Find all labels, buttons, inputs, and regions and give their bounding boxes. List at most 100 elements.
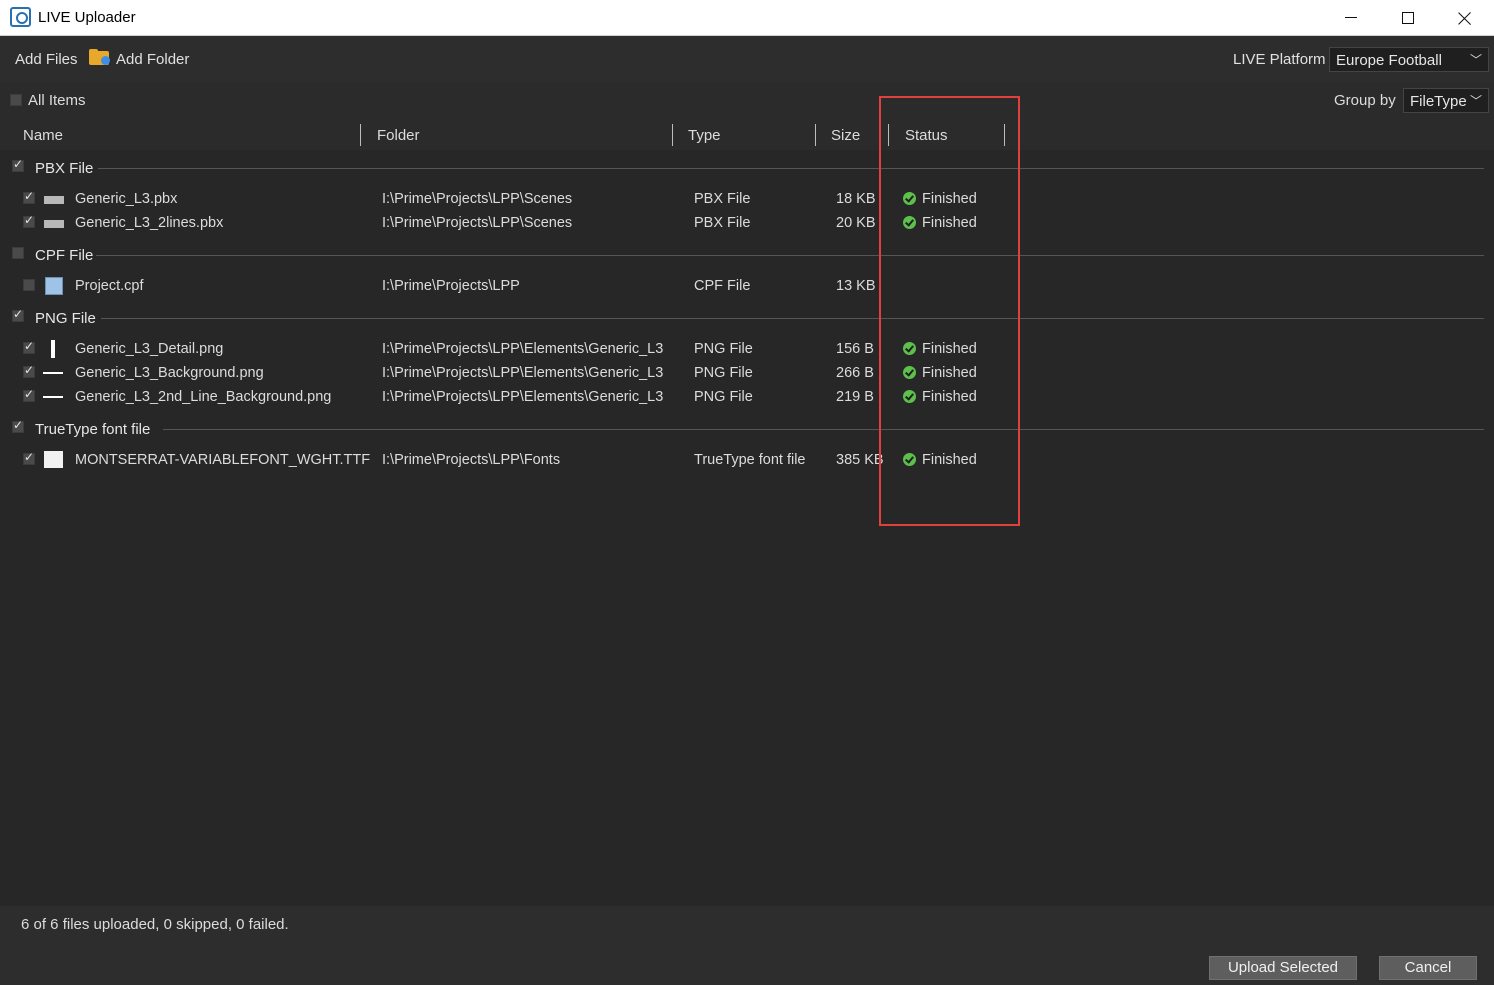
group-checkbox[interactable] [12,418,24,433]
live-platform-label: LIVE Platform [1233,51,1326,68]
column-divider[interactable] [815,124,816,146]
file-size: 13 KB [836,278,876,294]
group-divider [96,255,1484,256]
file-status: Finished [922,191,977,207]
file-folder: I:\Prime\Projects\LPP\Fonts [382,452,561,468]
add-folder-icon[interactable] [89,49,110,65]
minimize-button[interactable] [1322,0,1379,35]
row-checkbox[interactable] [23,279,35,291]
maximize-button[interactable] [1379,0,1436,35]
font-file-icon [44,451,63,468]
column-divider[interactable] [360,124,361,146]
title-bar: LIVE Uploader [0,0,1494,36]
column-header-name[interactable]: Name [23,127,63,144]
column-header-size[interactable]: Size [831,127,860,144]
png-thumbnail-vertical-icon [51,340,55,358]
group-label: PNG File [35,310,96,327]
group-label: CPF File [35,247,94,264]
file-name: Generic_L3_2nd_Line_Background.png [75,389,332,405]
column-divider[interactable] [672,124,673,146]
column-header: Name Folder Type Size Status [0,120,1494,150]
file-row[interactable]: Project.cpf I:\Prime\Projects\LPP CPF Fi… [0,274,1494,298]
column-header-folder[interactable]: Folder [377,127,420,144]
add-folder-button[interactable]: Add Folder [116,51,189,68]
file-folder: I:\Prime\Projects\LPP\Scenes [382,191,573,207]
pbx-file-icon [44,196,64,204]
column-divider[interactable] [1004,124,1005,146]
file-type: CPF File [694,278,751,294]
file-folder: I:\Prime\Projects\LPP\Elements\Generic_L… [382,389,664,405]
check-circle-icon [903,366,916,379]
png-thumbnail-horizontal-icon [43,372,63,374]
file-name: Generic_L3_2lines.pbx [75,215,224,231]
pbx-file-icon [44,220,64,228]
file-list: PBX File Generic_L3.pbx I:\Prime\Project… [0,150,1494,906]
column-divider[interactable] [888,124,889,146]
cpf-file-icon [45,277,63,295]
all-items-checkbox[interactable] [10,94,22,106]
file-status: Finished [922,452,977,468]
file-folder: I:\Prime\Projects\LPP\Elements\Generic_L… [382,365,664,381]
close-icon [1458,11,1472,25]
file-size: 18 KB [836,191,876,207]
file-row[interactable]: Generic_L3_Detail.png I:\Prime\Projects\… [0,337,1494,361]
file-status: Finished [922,365,977,381]
file-size: 385 KB [836,452,884,468]
group-checkbox[interactable] [12,307,24,322]
row-checkbox[interactable] [23,213,35,228]
close-button[interactable] [1436,0,1493,35]
live-platform-select[interactable]: Europe Football ﹀ [1329,47,1489,72]
upload-selected-button[interactable]: Upload Selected [1209,956,1357,980]
group-by-value: FileType [1410,93,1467,110]
png-thumbnail-horizontal-icon [43,396,63,398]
file-type: PBX File [694,191,751,207]
window-title: LIVE Uploader [38,9,136,26]
file-type: PBX File [694,215,751,231]
file-folder: I:\Prime\Projects\LPP\Scenes [382,215,573,231]
column-header-type[interactable]: Type [688,127,721,144]
row-checkbox[interactable] [23,339,35,354]
minimize-icon [1344,17,1357,18]
file-row[interactable]: Generic_L3.pbx I:\Prime\Projects\LPP\Sce… [0,187,1494,211]
upload-summary: 6 of 6 files uploaded, 0 skipped, 0 fail… [21,916,289,933]
group-header-truetype: TrueType font file [0,417,1494,441]
column-header-status[interactable]: Status [905,127,948,144]
group-label: TrueType font file [35,421,151,438]
row-checkbox[interactable] [23,450,35,465]
file-row[interactable]: Generic_L3_2lines.pbx I:\Prime\Projects\… [0,211,1494,235]
chevron-down-icon: ﹀ [1469,53,1482,67]
group-label: PBX File [35,160,94,177]
all-items-label: All Items [28,92,86,109]
file-type: PNG File [694,389,753,405]
group-header-cpf: CPF File [0,243,1494,267]
check-circle-icon [903,342,916,355]
group-divider [98,168,1484,169]
check-circle-icon [903,390,916,403]
row-checkbox[interactable] [23,387,35,402]
row-checkbox[interactable] [23,189,35,204]
group-divider [163,429,1484,430]
group-header-pbx: PBX File [0,156,1494,180]
file-name: Generic_L3_Detail.png [75,341,224,357]
group-by-select[interactable]: FileType ﹀ [1403,88,1489,113]
group-divider [101,318,1484,319]
file-type: PNG File [694,365,753,381]
cancel-button[interactable]: Cancel [1379,956,1477,980]
check-circle-icon [903,192,916,205]
file-row[interactable]: Generic_L3_Background.png I:\Prime\Proje… [0,361,1494,385]
file-row[interactable]: Generic_L3_2nd_Line_Background.png I:\Pr… [0,385,1494,409]
file-name: Generic_L3_Background.png [75,365,264,381]
group-by-label: Group by [1334,92,1396,109]
file-row[interactable]: MONTSERRAT-VARIABLEFONT_WGHT.TTF I:\Prim… [0,448,1494,472]
group-checkbox[interactable] [12,247,24,259]
maximize-icon [1401,11,1414,24]
chevron-down-icon: ﹀ [1469,94,1482,108]
file-type: PNG File [694,341,753,357]
group-checkbox[interactable] [12,157,24,172]
add-files-button[interactable]: Add Files [15,51,78,68]
file-name: Project.cpf [75,278,144,294]
row-checkbox[interactable] [23,363,35,378]
check-circle-icon [903,453,916,466]
filter-bar: All Items Group by FileType ﹀ [0,82,1494,120]
file-size: 156 B [836,341,874,357]
